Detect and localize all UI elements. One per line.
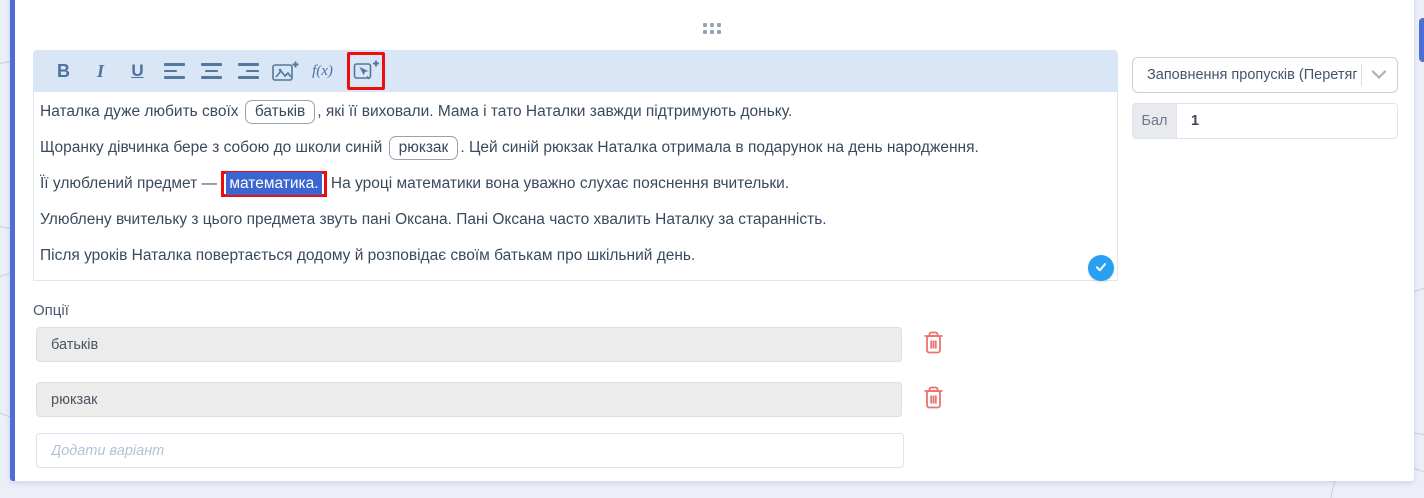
rich-text-editor: B I Uf(x) Наталка дуже любить своїх батькі… (33, 50, 1118, 281)
confirm-button[interactable] (1088, 255, 1114, 281)
paragraph-text: . Цей синій рюкзак Наталка отримала в по… (460, 139, 978, 156)
paragraph-text: Після уроків Наталка повертається додому… (40, 247, 695, 264)
options-title: Опції (33, 302, 69, 319)
editor-paragraph: Її улюблений предмет — математика. На ур… (40, 166, 1109, 202)
gap-token[interactable]: рюкзак (389, 136, 459, 160)
align-left-button[interactable] (156, 53, 193, 89)
annotation-box: математика. (221, 171, 326, 197)
drag-handle-icon[interactable] (703, 23, 721, 34)
bold-icon: B (57, 61, 70, 82)
trash-icon (922, 385, 945, 413)
bold-button[interactable]: B (45, 53, 82, 89)
formula-icon: f(x) (312, 63, 333, 80)
align-center-button[interactable] (193, 53, 230, 89)
page: B I Uf(x) Наталка дуже любить своїх батькі… (0, 0, 1424, 498)
editor-text-area[interactable]: Наталка дуже любить своїх батьків, які ї… (33, 92, 1118, 281)
trash-icon (922, 330, 945, 358)
gap-plus-icon (353, 59, 380, 83)
paragraph-text: Її улюблений предмет — (40, 175, 221, 192)
insert-image-button[interactable] (267, 53, 304, 89)
divider (1361, 64, 1362, 86)
score-input[interactable] (1177, 104, 1397, 138)
question-type-value: Заповнення пропусків (Перетяг... (1147, 67, 1357, 83)
delete-option-button[interactable] (919, 385, 947, 413)
editor-paragraph: Щоранку дівчинка бере з собою до школи с… (40, 130, 1109, 166)
selected-text[interactable]: математика. (226, 172, 321, 195)
paragraph-text: Щоранку дівчинка бере з собою до школи с… (40, 139, 387, 156)
formula-button[interactable]: f(x) (304, 53, 341, 89)
editor-toolbar: B I Uf(x) (33, 50, 1118, 92)
editor-paragraph: Наталка дуже любить своїх батьків, які ї… (40, 94, 1109, 130)
italic-icon: I (97, 61, 104, 82)
edge-button[interactable] (1419, 18, 1424, 62)
gap-token[interactable]: батьків (245, 100, 315, 124)
insert-gap-button[interactable] (347, 52, 385, 90)
paragraph-text: Улюблену вчительку з цього предмета звут… (40, 211, 827, 228)
paragraph-text: , які її виховали. Мама і тато Наталки з… (317, 103, 792, 120)
option-input[interactable] (36, 327, 902, 362)
paragraph-text: На уроці математики вона уважно слухає п… (327, 175, 790, 192)
align-center-icon (201, 63, 222, 79)
question-type-dropdown[interactable]: Заповнення пропусків (Перетяг... (1132, 57, 1398, 93)
score-label: Бал (1133, 104, 1177, 138)
paragraph-text: Наталка дуже любить своїх (40, 103, 243, 120)
align-right-icon (238, 63, 259, 79)
chevron-down-icon (1371, 66, 1387, 84)
editor-paragraph: Улюблену вчительку з цього предмета звут… (40, 202, 1109, 238)
delete-option-button[interactable] (919, 330, 947, 358)
underline-button[interactable]: U (119, 53, 156, 89)
align-left-icon (164, 63, 185, 79)
check-icon (1094, 260, 1108, 277)
align-right-button[interactable] (230, 53, 267, 89)
italic-button[interactable]: I (82, 53, 119, 89)
underline-icon: U (131, 61, 143, 81)
add-option-input[interactable] (36, 433, 904, 468)
score-field: Бал (1132, 103, 1398, 139)
option-input[interactable] (36, 382, 902, 417)
image-plus-icon (272, 60, 299, 83)
editor-paragraph: Після уроків Наталка повертається додому… (40, 238, 1109, 274)
